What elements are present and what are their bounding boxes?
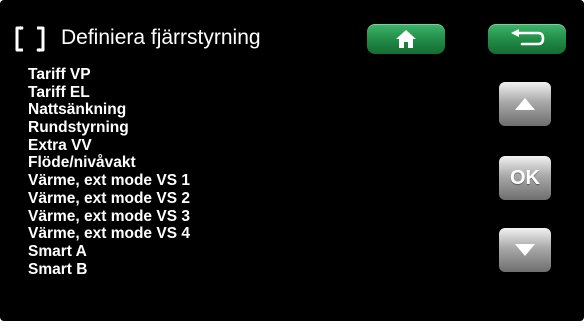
ok-label: OK (510, 166, 540, 189)
page-title: Definiera fjärrstyrning (61, 26, 261, 49)
home-icon (396, 30, 416, 48)
scroll-up-button[interactable] (499, 82, 551, 126)
menu-item-extra-vv[interactable]: Extra VV (28, 137, 190, 155)
home-button[interactable] (367, 24, 445, 54)
scroll-down-button[interactable] (499, 228, 551, 272)
menu-item-smart-b[interactable]: Smart B (28, 261, 190, 279)
menu-item-tariff-el[interactable]: Tariff EL (28, 84, 190, 102)
back-arrow-icon (511, 29, 545, 46)
remote-control-menu: Tariff VP Tariff EL Nattsänkning Rundsty… (28, 66, 190, 278)
back-button[interactable] (488, 24, 566, 54)
menu-item-varme-vs1[interactable]: Värme, ext mode VS 1 (28, 172, 190, 190)
menu-item-varme-vs2[interactable]: Värme, ext mode VS 2 (28, 190, 190, 208)
ok-button[interactable]: OK (499, 156, 551, 200)
menu-item-nattsankning[interactable]: Nattsänkning (28, 101, 190, 119)
remote-control-icon (15, 26, 45, 52)
menu-item-flode-nivavakt[interactable]: Flöde/nivåvakt (28, 154, 190, 172)
menu-item-varme-vs3[interactable]: Värme, ext mode VS 3 (28, 208, 190, 226)
menu-item-smart-a[interactable]: Smart A (28, 243, 190, 261)
arrow-down-icon (515, 244, 535, 256)
menu-item-rundstyrning[interactable]: Rundstyrning (28, 119, 190, 137)
bottom-border (0, 321, 584, 329)
arrow-up-icon (515, 98, 535, 110)
menu-item-tariff-vp[interactable]: Tariff VP (28, 66, 190, 84)
screen: Definiera fjärrstyrning Tariff VP Tariff… (0, 0, 584, 321)
menu-item-varme-vs4[interactable]: Värme, ext mode VS 4 (28, 225, 190, 243)
